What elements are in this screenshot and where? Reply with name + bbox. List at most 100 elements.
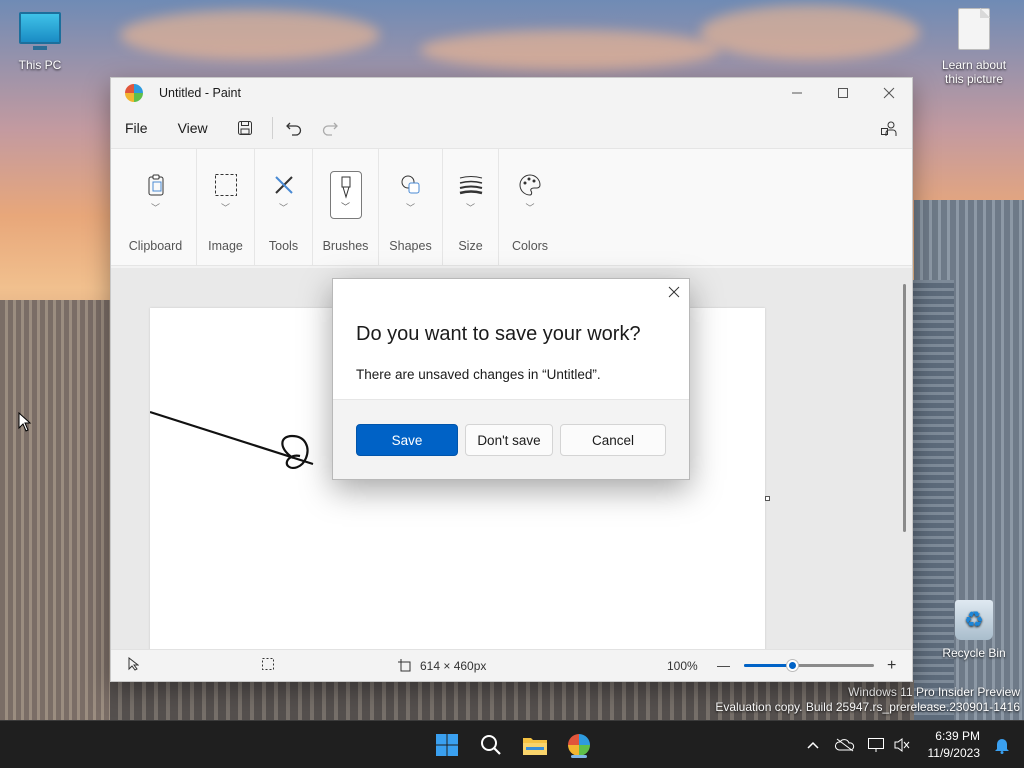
paint-app-icon [125, 84, 143, 102]
save-button[interactable]: Save [356, 424, 458, 456]
onedrive-button[interactable] [835, 735, 855, 755]
menu-bar: File View [111, 108, 912, 148]
redo-button[interactable] [315, 113, 345, 143]
ribbon-label: Shapes [389, 239, 432, 253]
desktop-icon-learn-picture[interactable]: Learn about this picture [934, 8, 1014, 86]
volume-button[interactable] [892, 735, 912, 755]
windows-logo-icon [436, 734, 458, 756]
ribbon-label: Tools [268, 239, 299, 253]
tools-icon [268, 171, 300, 199]
mouse-cursor [18, 411, 32, 437]
chevron-up-icon [807, 741, 819, 749]
document-icon [958, 8, 990, 50]
undo-button[interactable] [279, 113, 309, 143]
title-bar[interactable]: Untitled - Paint [111, 78, 912, 108]
save-dialog: Do you want to save your work? There are… [332, 278, 690, 480]
zoom-slider-fill [744, 664, 787, 667]
paint-app-icon [568, 734, 590, 756]
watermark-line: Windows 11 Pro Insider Preview [848, 685, 1020, 699]
file-explorer-button[interactable] [520, 730, 550, 760]
canvas-size-display: 614 × 460px [398, 658, 486, 673]
chevron-down-icon: ﹀ [150, 203, 160, 213]
active-indicator [571, 755, 587, 758]
monitor-icon [19, 12, 61, 50]
maximize-icon [838, 88, 848, 98]
wallpaper-cloud [700, 5, 920, 60]
ribbon-group-brushes[interactable]: ﹀ Brushes [313, 149, 379, 265]
size-icon [455, 171, 487, 199]
save-icon [237, 121, 252, 135]
menu-view[interactable]: View [170, 114, 216, 142]
zoom-slider[interactable] [744, 660, 874, 671]
recycle-bin-icon: ♻ [955, 600, 993, 640]
cancel-button[interactable]: Cancel [560, 424, 666, 456]
system-clock[interactable]: 6:39 PM 11/9/2023 [928, 728, 981, 762]
chevron-down-icon: ﹀ [465, 203, 475, 213]
menu-file[interactable]: File [117, 114, 156, 142]
zoom-level[interactable]: 100% [667, 659, 698, 673]
canvas-size-icon [398, 658, 411, 671]
wallpaper-cloud [120, 10, 380, 60]
status-bar: 614 × 460px 100% — + [111, 649, 912, 681]
ribbon-group-image[interactable]: ﹀ Image [197, 149, 255, 265]
clock-time: 6:39 PM [935, 729, 980, 743]
menu-separator [271, 117, 273, 139]
dont-save-button[interactable]: Don't save [465, 424, 553, 456]
volume-muted-icon [894, 738, 910, 752]
paint-taskbar-button[interactable] [564, 730, 594, 760]
watermark-line: Evaluation copy. Build 25947.rs_prerelea… [715, 700, 1020, 714]
dialog-close-button[interactable] [667, 285, 681, 299]
ribbon-label: Clipboard [128, 239, 183, 253]
zoom-out-button[interactable]: — [717, 658, 730, 673]
search-button[interactable] [476, 730, 506, 760]
minimize-button[interactable] [774, 78, 820, 108]
notifications-button[interactable] [992, 735, 1012, 755]
close-button[interactable] [866, 78, 912, 108]
clock-date: 11/9/2023 [927, 746, 981, 760]
ribbon-group-tools[interactable]: ﹀ Tools [255, 149, 313, 265]
taskbar: 6:39 PM 11/9/2023 [0, 720, 1024, 768]
wallpaper-city-left [0, 300, 110, 720]
dialog-footer: Save Don't save Cancel [333, 399, 689, 479]
maximize-button[interactable] [820, 78, 866, 108]
account-button[interactable] [874, 114, 904, 144]
zoom-slider-thumb[interactable] [787, 660, 798, 671]
ribbon-group-shapes[interactable]: ﹀ Shapes [379, 149, 443, 265]
desktop-icon-recycle-bin[interactable]: ♻ Recycle Bin [934, 600, 1014, 660]
clipboard-icon [140, 171, 172, 199]
vertical-scrollbar[interactable] [903, 284, 906, 532]
chevron-down-icon: ﹀ [278, 203, 288, 213]
selection-icon [210, 171, 242, 199]
undo-icon [285, 122, 301, 136]
dialog-title: Do you want to save your work? [356, 323, 641, 345]
ribbon-label: Size [458, 239, 483, 253]
canvas-resize-handle[interactable] [765, 496, 770, 501]
ribbon-group-clipboard[interactable]: ﹀ Clipboard [115, 149, 197, 265]
ribbon-group-size[interactable]: ﹀ Size [443, 149, 499, 265]
ribbon-label: Brushes [322, 239, 369, 253]
cursor-position-icon [127, 656, 140, 674]
shapes-icon [395, 171, 427, 199]
ribbon-label: Image [208, 239, 243, 253]
ribbon-group-colors[interactable]: ﹀ Colors [499, 149, 561, 265]
start-button[interactable] [432, 730, 462, 760]
show-hidden-icons-button[interactable] [803, 735, 823, 755]
desktop-icon-this-pc[interactable]: This PC [0, 12, 80, 72]
window-title: Untitled - Paint [159, 86, 241, 100]
network-button[interactable] [866, 735, 886, 755]
chevron-down-icon: ﹀ [220, 203, 230, 213]
brush-button[interactable]: ﹀ [329, 171, 362, 219]
dialog-message: There are unsaved changes in “Untitled”. [356, 367, 601, 382]
search-icon [481, 735, 501, 755]
desktop-icon-label: This PC [18, 58, 62, 72]
people-icon [881, 121, 897, 136]
wallpaper-cloud [420, 30, 720, 70]
close-icon [883, 87, 895, 99]
zoom-in-button[interactable]: + [887, 657, 896, 675]
bell-icon [995, 739, 1009, 754]
close-icon [668, 286, 680, 298]
os-watermark: Windows 11 Pro Insider Preview Evaluatio… [715, 685, 1020, 715]
chevron-down-icon: ﹀ [405, 203, 415, 213]
chevron-down-icon: ﹀ [525, 203, 535, 213]
save-button[interactable] [230, 113, 260, 143]
